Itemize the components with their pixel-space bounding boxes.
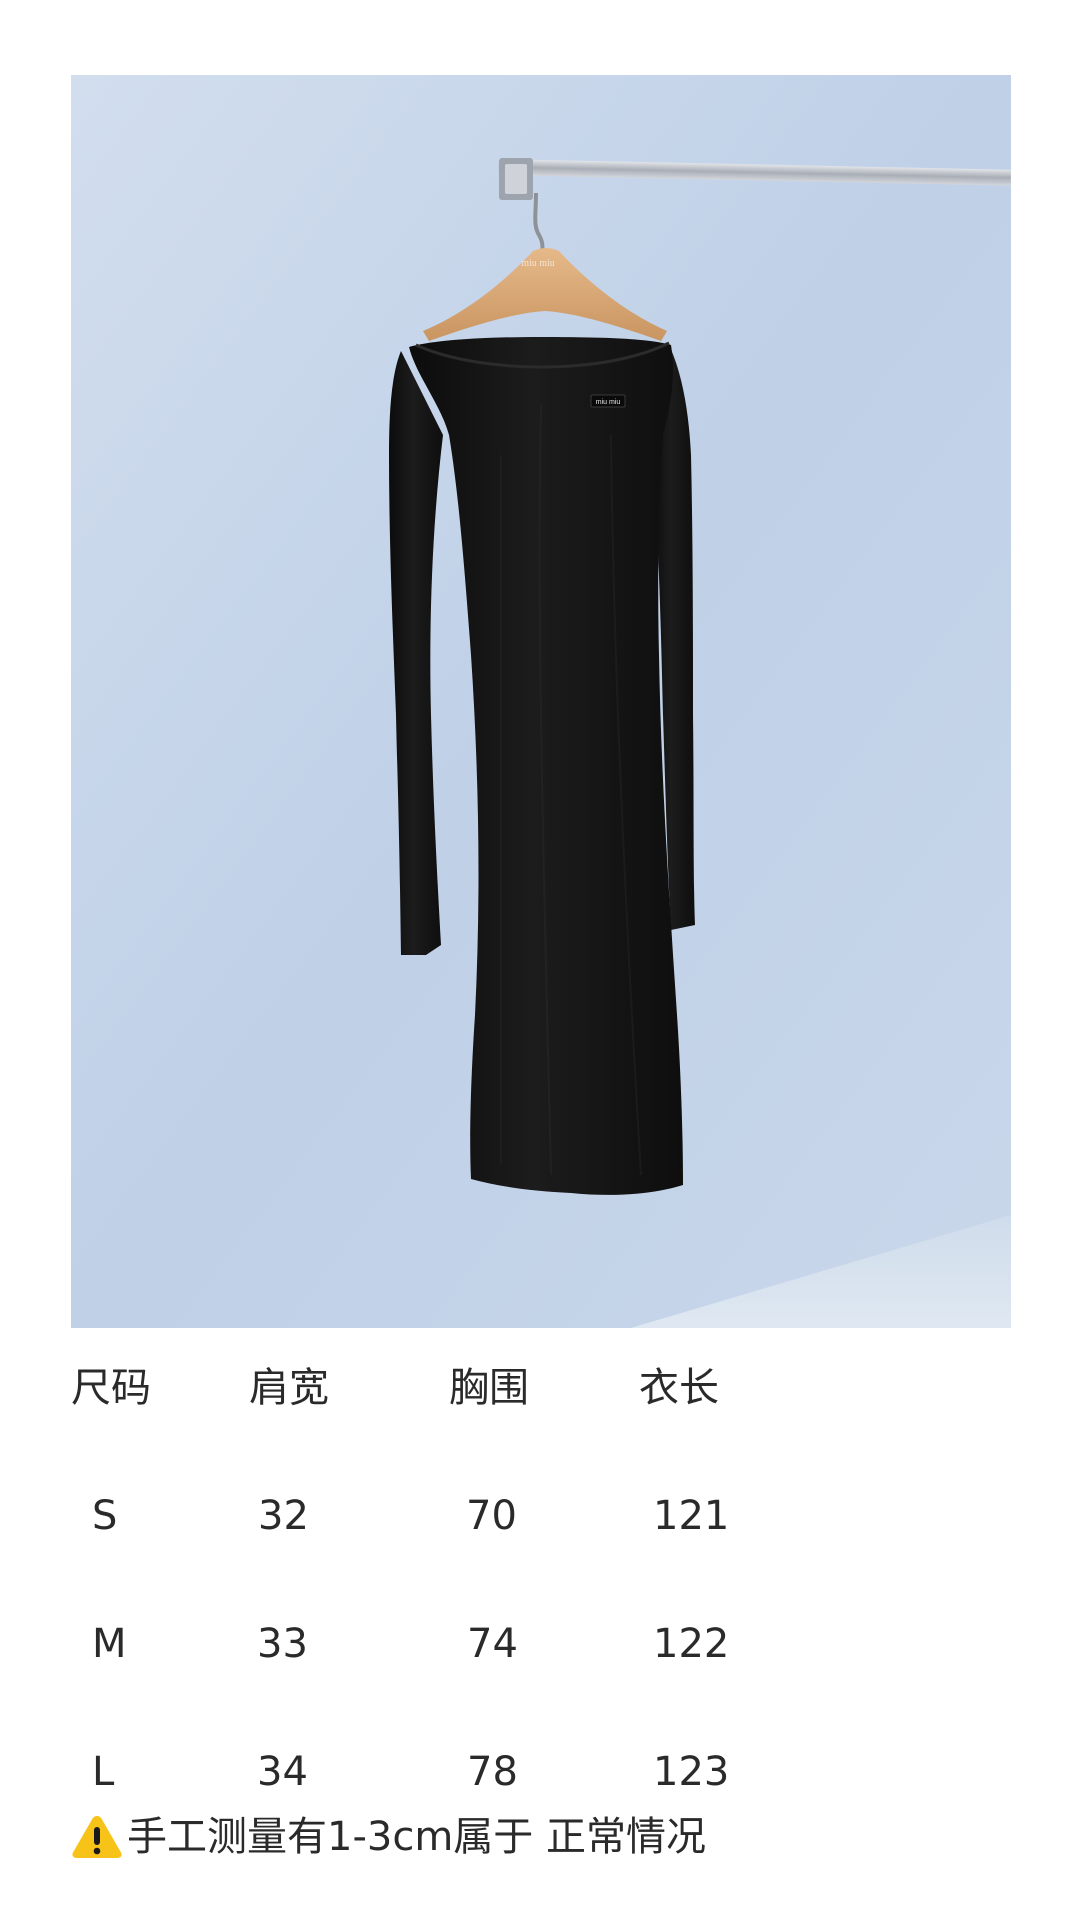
product-photo: miu miu miu miu [71,75,1011,1328]
row-m-size: M [92,1621,127,1667]
row-s-shoulder: 32 [258,1493,309,1539]
row-s-bust: 70 [466,1493,517,1539]
hanger-brand-text: miu miu [521,258,555,269]
header-shoulder: 肩宽 [249,1365,329,1411]
note-text: 手工测量有1-3cm属于 正常情况 [127,1814,707,1860]
row-l-shoulder: 34 [257,1749,308,1795]
row-m-bust: 74 [467,1621,518,1667]
row-l-size: L [92,1749,115,1795]
dress-label-text: miu miu [596,399,621,406]
header-length: 衣长 [639,1365,719,1411]
row-l-bust: 78 [467,1749,518,1795]
row-m-shoulder: 33 [257,1621,308,1667]
measurement-note: 手工测量有1-3cm属于 正常情况 [71,1813,706,1861]
row-l-length: 123 [653,1749,730,1795]
row-s-size: S [92,1493,118,1539]
header-size: 尺码 [71,1365,151,1411]
row-s-length: 121 [653,1493,730,1539]
warning-icon [71,1814,123,1860]
row-m-length: 122 [653,1621,730,1667]
header-bust: 胸围 [449,1365,529,1411]
dress-photo-illustration: miu miu miu miu [71,75,1011,1328]
